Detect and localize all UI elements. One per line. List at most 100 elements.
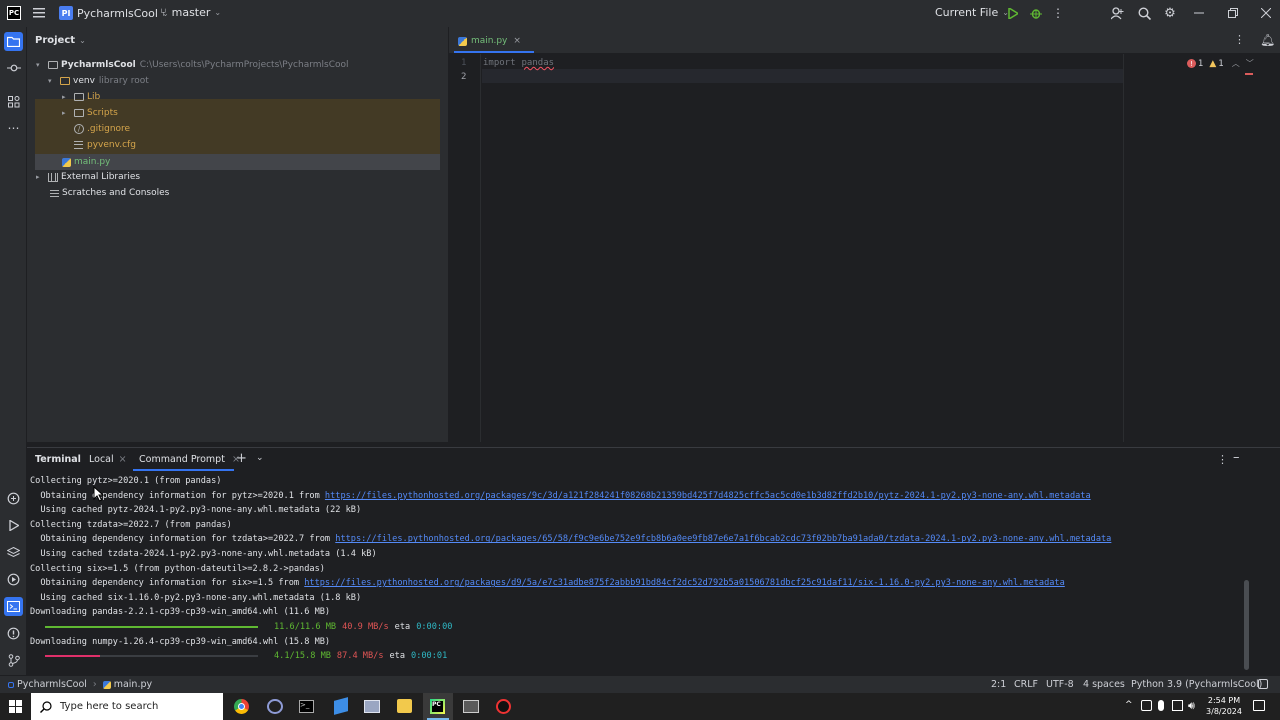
chevron-down-icon[interactable]: ﹀ (1246, 58, 1254, 69)
terminal-output[interactable]: Collecting pytz>=2020.1 (from pandas) Ob… (27, 474, 1243, 674)
new-tab-icon[interactable]: + (236, 451, 247, 466)
notifications-bell-icon[interactable]: 🔔︎ (1260, 33, 1275, 47)
tree-item-gitignore[interactable]: / .gitignore (74, 121, 130, 137)
tab-options-icon[interactable]: ⋮ (1234, 33, 1245, 46)
caret-position[interactable]: 2:1 (991, 679, 1006, 690)
restore-button[interactable] (1226, 6, 1240, 20)
more-tools-icon[interactable]: ⋯ (4, 118, 23, 137)
file-encoding[interactable]: UTF-8 (1046, 679, 1074, 690)
pycharm-taskbar-active[interactable]: PC (423, 693, 453, 720)
chevron-down-icon[interactable]: ⌄ (256, 453, 264, 463)
terminal-options-icon[interactable]: ⋮ (1217, 453, 1228, 466)
app-icon-window[interactable] (463, 700, 479, 713)
chevron-up-icon[interactable]: ︿ (1232, 58, 1240, 69)
terminal-text: Collecting six>=1.5 (from python-dateuti… (30, 563, 325, 574)
layers-tool-button[interactable] (4, 543, 23, 562)
minimize-button[interactable] (1192, 6, 1206, 20)
terminal-tab-local[interactable]: Local × (89, 454, 127, 465)
cmd-tab-label: Command Prompt (139, 454, 225, 465)
terminal-line: Obtaining dependency information for six… (30, 576, 1065, 590)
app-icon-blue[interactable] (334, 697, 348, 715)
breadcrumb-project[interactable]: PycharmlsCool (17, 679, 87, 690)
warning-count: 1 (1218, 58, 1224, 69)
snipping-tool-icon[interactable] (267, 699, 283, 714)
file-explorer-icon[interactable] (397, 699, 412, 713)
more-actions-icon[interactable]: ⋮ (1052, 6, 1064, 20)
hide-panel-icon[interactable]: – (1233, 450, 1240, 465)
windows-start-icon[interactable] (9, 700, 22, 713)
command-prompt-icon[interactable]: >_ (299, 700, 314, 713)
inspection-widget[interactable]: ! 1 ▲ 1 ︿ ﹀ (1187, 58, 1254, 69)
pyvenv-label: pyvenv.cfg (87, 140, 136, 150)
project-root-name: PycharmlsCool (61, 60, 136, 70)
tree-item-lib[interactable]: ▸ Lib (62, 89, 100, 105)
error-stripe-marker[interactable] (1245, 73, 1253, 75)
microphone-icon[interactable] (1158, 700, 1164, 711)
code-line-1[interactable]: import pandas (483, 58, 554, 72)
run-button[interactable] (1006, 6, 1020, 20)
project-selector[interactable]: PI PycharmlsCool ⌄ (59, 6, 169, 20)
network-icon[interactable] (1141, 700, 1152, 711)
folder-icon (74, 93, 84, 101)
lock-icon[interactable] (1258, 679, 1268, 689)
terminal-tab-command-prompt[interactable]: Command Prompt × (139, 454, 240, 465)
breadcrumb-file[interactable]: main.py (114, 679, 152, 690)
close-tab-icon[interactable]: × (513, 36, 521, 46)
project-tool-button[interactable] (4, 32, 23, 51)
code-module: pandas (521, 58, 555, 68)
taskbar-clock[interactable]: 2:54 PM 3/8/2024 (1204, 695, 1244, 717)
run-config-selector[interactable]: Current File ⌄ (935, 6, 1009, 19)
indent-setting[interactable]: 4 spaces (1083, 679, 1125, 690)
python-file-icon (458, 36, 467, 46)
close-tab-icon[interactable]: × (119, 454, 127, 465)
recording-app-icon[interactable] (496, 699, 511, 714)
tree-item-venv[interactable]: ▾ venv library root (48, 73, 149, 89)
tree-item-project-root[interactable]: ▾ PycharmlsCool C:\Users\colts\PycharmPr… (36, 57, 349, 73)
close-window-button[interactable] (1259, 6, 1273, 20)
display-icon[interactable] (1172, 700, 1183, 711)
terminal-tool-button[interactable] (4, 597, 23, 616)
tree-item-scripts[interactable]: ▸ Scripts (62, 105, 118, 121)
tree-item-main-py[interactable]: main.py (62, 154, 110, 170)
volume-icon[interactable]: 🔊︎ (1188, 699, 1195, 713)
services-tool-button[interactable] (4, 570, 23, 589)
run-tool-button[interactable] (4, 516, 23, 535)
lib-label: Lib (87, 92, 101, 102)
python-interpreter[interactable]: Python 3.9 (PycharmlsCool) (1131, 679, 1262, 690)
problems-tool-button[interactable] (4, 624, 23, 643)
debug-button[interactable] (1029, 6, 1043, 20)
terminal-link[interactable]: https://files.pythonhosted.org/packages/… (335, 534, 1111, 544)
search-icon[interactable] (1137, 6, 1151, 20)
progress-eta-label: eta (394, 622, 411, 632)
terminal-scrollbar[interactable] (1244, 580, 1249, 670)
main-menu-icon[interactable] (32, 6, 46, 20)
python-packages-button[interactable] (4, 489, 23, 508)
chevron-up-icon[interactable]: ^ (1125, 700, 1133, 710)
app-icon-gray[interactable] (364, 700, 380, 713)
code-with-me-icon[interactable] (1110, 6, 1124, 20)
action-center-icon[interactable] (1253, 700, 1265, 711)
git-tool-button[interactable] (4, 651, 23, 670)
commit-tool-button[interactable] (4, 58, 23, 77)
chevron-down-icon: ⌄ (79, 36, 86, 45)
tree-item-pyvenv[interactable]: pyvenv.cfg (74, 137, 136, 153)
terminal-title: Terminal (35, 454, 81, 465)
chrome-icon[interactable] (234, 699, 249, 714)
tree-item-external-libraries[interactable]: ▸ External Libraries (36, 169, 140, 185)
gear-icon[interactable]: ⚙ (1163, 6, 1177, 21)
download-progress-bar (45, 625, 258, 628)
tree-item-scratches[interactable]: Scratches and Consoles (50, 185, 169, 201)
download-progress-fill (45, 654, 101, 657)
error-count: 1 (1198, 58, 1204, 69)
editor-tab-main-py[interactable]: main.py × (454, 31, 525, 51)
terminal-link[interactable]: https://files.pythonhosted.org/packages/… (304, 578, 1065, 588)
terminal-link[interactable]: https://files.pythonhosted.org/packages/… (325, 491, 1091, 501)
line-separator[interactable]: CRLF (1014, 679, 1038, 690)
branch-selector[interactable]: ⑂ master ⌄ (160, 6, 221, 19)
structure-tool-button[interactable] (4, 92, 23, 111)
taskbar-search-box[interactable]: Type here to search (31, 693, 223, 720)
project-panel-header[interactable]: Project ⌄ (35, 35, 86, 46)
branch-name: master (171, 6, 211, 19)
run-config-label: Current File (935, 6, 999, 19)
terminal-line: Obtaining dependency information for tzd… (30, 532, 1111, 546)
